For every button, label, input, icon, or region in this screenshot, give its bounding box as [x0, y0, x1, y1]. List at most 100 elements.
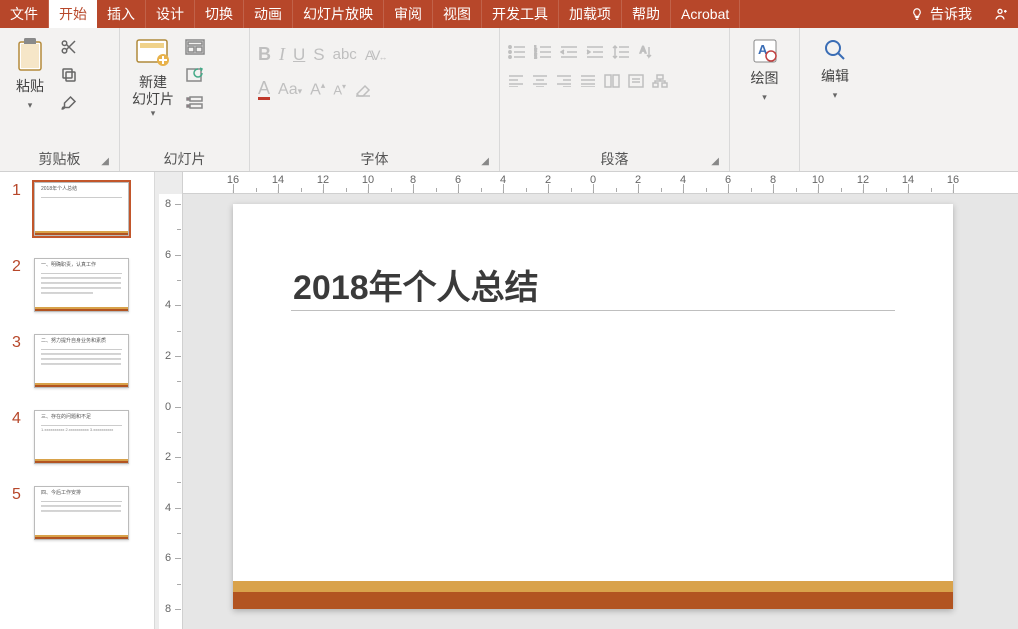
slide-editor[interactable]: 1614121086420246810121416 864202468 2018…: [155, 172, 1018, 629]
numbering-icon: 123: [534, 45, 552, 59]
thumb-preview[interactable]: 二、努力提升自身业务和素质xxxxxxxxxxxxxxxxxxxxxxxxxxx…: [34, 334, 129, 388]
thumb-preview[interactable]: 2018年个人总结: [34, 182, 129, 236]
eraser-icon: [354, 82, 372, 98]
group-paragraph-label: 段落: [601, 149, 629, 169]
tellme-search[interactable]: 告诉我: [900, 0, 982, 28]
svg-text:A: A: [640, 45, 646, 55]
drawing-label: 绘图: [751, 70, 779, 86]
share-icon: [992, 6, 1008, 22]
brush-icon: [60, 94, 78, 112]
tab-developer[interactable]: 开发工具: [482, 0, 559, 28]
font-color-button[interactable]: A: [258, 79, 270, 100]
vertical-ruler[interactable]: 864202468: [159, 194, 183, 629]
layout-icon: [185, 39, 205, 55]
svg-text:3: 3: [534, 55, 537, 59]
new-slide-icon: [134, 36, 172, 70]
clipboard-launcher[interactable]: ◢: [101, 156, 109, 167]
grow-font-button[interactable]: A▴: [310, 80, 325, 99]
copy-button[interactable]: [58, 64, 80, 86]
clear-format-button[interactable]: [354, 82, 372, 98]
tab-file[interactable]: 文件: [0, 0, 49, 28]
thumb-preview[interactable]: 三、存在的问题和不足1.xxxxxxxxxx 2.xxxxxxxxxx 3.xx…: [34, 410, 129, 464]
smartart-button[interactable]: [652, 74, 668, 88]
align-center-button[interactable]: [532, 75, 548, 87]
slide-section-button[interactable]: [184, 92, 206, 114]
editing-label: 编辑: [821, 68, 849, 84]
menu-tabstrip: 文件 开始 插入 设计 切换 动画 幻灯片放映 审阅 视图 开发工具 加载项 帮…: [0, 0, 1018, 28]
thumb-item-3[interactable]: 3二、努力提升自身业务和素质xxxxxxxxxxxxxxxxxxxxxxxxxx…: [12, 334, 144, 388]
slide-thumbnails-panel[interactable]: 1 2018年个人总结 2一、明确职责，认真工作xxxxxxxxxxxxxxxxxx…: [0, 172, 155, 629]
tab-view[interactable]: 视图: [433, 0, 482, 28]
tab-insert[interactable]: 插入: [97, 0, 146, 28]
slide-canvas[interactable]: 2018年个人总结: [233, 204, 953, 609]
font-launcher[interactable]: ◢: [481, 156, 489, 167]
smartart-icon: [652, 74, 668, 88]
search-icon: [821, 36, 849, 64]
tab-review[interactable]: 审阅: [384, 0, 433, 28]
underline-button[interactable]: U: [293, 45, 305, 65]
align-right-button[interactable]: [556, 75, 572, 87]
thumb-preview[interactable]: 四、今后工作安排xxxxxxxxxxxxxxxxxxxxxxxxxxxxxxxx…: [34, 486, 129, 540]
paste-label: 粘贴: [16, 78, 44, 94]
line-spacing-button[interactable]: [612, 44, 630, 60]
justify-button[interactable]: [580, 75, 596, 87]
copy-icon: [60, 66, 78, 84]
strike-button[interactable]: abc: [333, 46, 357, 63]
drawing-icon: A: [750, 36, 780, 66]
tab-animations[interactable]: 动画: [244, 0, 293, 28]
tab-home[interactable]: 开始: [49, 0, 97, 28]
char-spacing-button[interactable]: AV↔: [365, 47, 386, 63]
tellme-label: 告诉我: [930, 4, 972, 24]
tab-transitions[interactable]: 切换: [195, 0, 244, 28]
group-clipboard-label: 剪贴板: [39, 149, 81, 169]
text-direction-button[interactable]: A: [638, 44, 654, 60]
decrease-indent-button[interactable]: [560, 45, 578, 59]
align-left-button[interactable]: [508, 75, 524, 87]
tab-slideshow[interactable]: 幻灯片放映: [293, 0, 384, 28]
thumb-item-5[interactable]: 5 四、今后工作安排xxxxxxxxxxxxxxxxxxxxxxxxxxxxxxx…: [12, 486, 144, 540]
lightbulb-icon: [910, 7, 924, 21]
align-right-icon: [556, 75, 572, 87]
shadow-button[interactable]: S: [313, 45, 324, 65]
thumb-number: 5: [12, 486, 24, 504]
thumb-item-1[interactable]: 1 2018年个人总结: [12, 182, 144, 236]
text-dir-icon: A: [638, 44, 654, 60]
change-case-button[interactable]: Aa▾: [278, 81, 302, 99]
bullets-button[interactable]: [508, 45, 526, 59]
tab-help[interactable]: 帮助: [622, 0, 671, 28]
thumb-preview[interactable]: 一、明确职责，认真工作xxxxxxxxxxxxxxxxxxxxxxxxxxxxx…: [34, 258, 129, 312]
horizontal-ruler[interactable]: 1614121086420246810121416: [183, 172, 1018, 194]
align-left-icon: [508, 75, 524, 87]
tab-acrobat[interactable]: Acrobat: [671, 0, 740, 28]
align-text-button[interactable]: [628, 74, 644, 88]
thumb-number: 1: [12, 182, 24, 200]
paragraph-launcher[interactable]: ◢: [711, 156, 719, 167]
slide-title[interactable]: 2018年个人总结: [293, 260, 539, 309]
share-button[interactable]: [982, 0, 1018, 28]
slide-reset-button[interactable]: [184, 64, 206, 86]
numbering-button[interactable]: 123: [534, 45, 552, 59]
thumb-item-4[interactable]: 4 三、存在的问题和不足1.xxxxxxxxxx 2.xxxxxxxxxx 3.x…: [12, 410, 144, 464]
align-center-icon: [532, 75, 548, 87]
cut-button[interactable]: [58, 36, 80, 58]
increase-indent-button[interactable]: [586, 45, 604, 59]
italic-button[interactable]: I: [279, 44, 285, 65]
bullets-icon: [508, 45, 526, 59]
thumb-number: 4: [12, 410, 24, 428]
thumb-item-2[interactable]: 2一、明确职责，认真工作xxxxxxxxxxxxxxxxxxxxxxxxxxxx…: [12, 258, 144, 312]
group-slides-label: 幻灯片: [164, 149, 206, 169]
new-slide-button[interactable]: 新建 幻灯片 ▾: [128, 34, 178, 121]
tab-design[interactable]: 设计: [146, 0, 195, 28]
slide-title-underline: [291, 310, 895, 311]
editing-button[interactable]: 编辑▾: [813, 34, 857, 104]
slide-layout-button[interactable]: [184, 36, 206, 58]
drawing-button[interactable]: A 绘图▾: [743, 34, 787, 106]
tab-addins[interactable]: 加载项: [559, 0, 622, 28]
format-painter-button[interactable]: [58, 92, 80, 114]
new-slide-label: 新建 幻灯片: [132, 74, 174, 108]
paste-button[interactable]: 粘贴▾: [8, 34, 52, 114]
shrink-font-button[interactable]: A▾: [333, 82, 346, 97]
columns-button[interactable]: [604, 74, 620, 88]
group-font-label: 字体: [361, 149, 389, 169]
bold-button[interactable]: B: [258, 44, 271, 65]
